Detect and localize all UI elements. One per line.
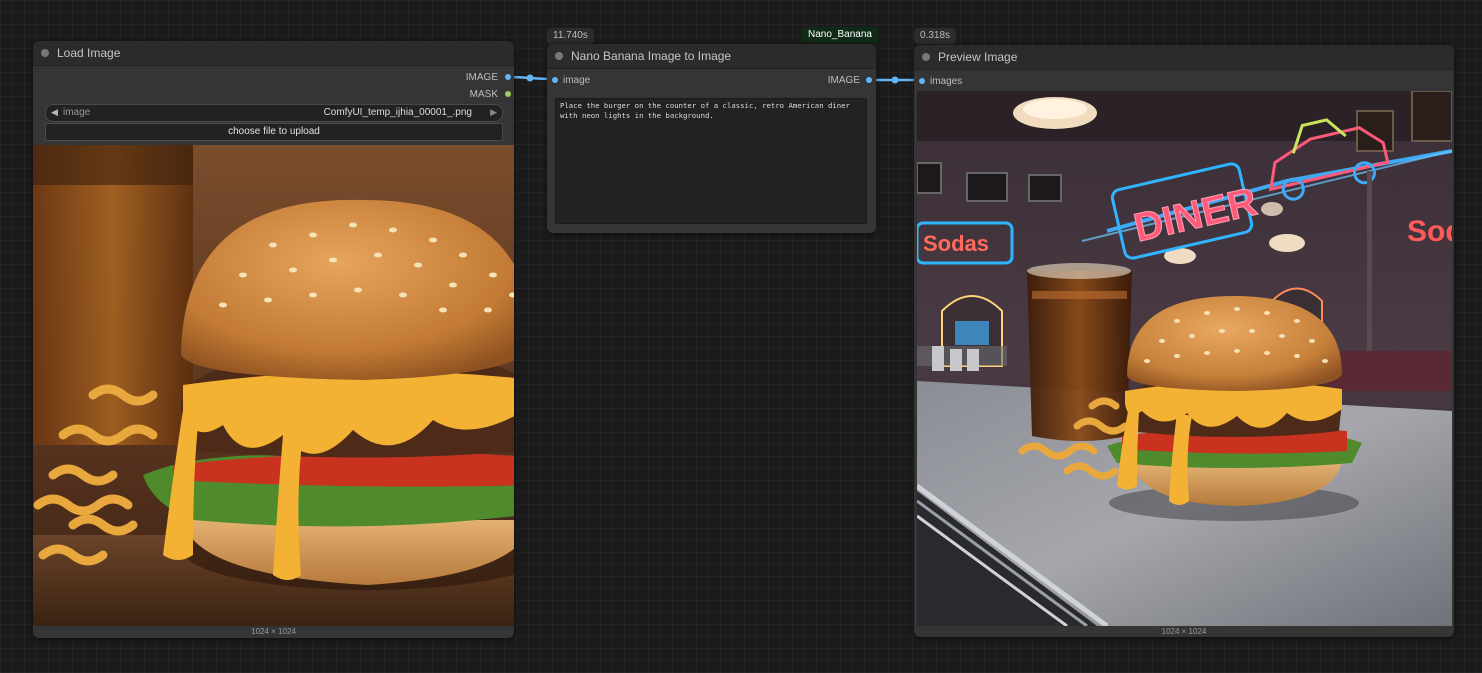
- output-image-dot[interactable]: [866, 77, 872, 83]
- neon-sodas-sign: Sodas: [923, 231, 989, 256]
- node-header[interactable]: Load Image: [33, 41, 514, 66]
- image-select-widget[interactable]: ◀ image ComfyUI_temp_ijhia_00001_.png ▶: [45, 104, 503, 122]
- nano-banana-node[interactable]: Nano Banana Image to Image image IMAGE P…: [547, 44, 876, 233]
- diner-burger-image: DINER Sodas Sod: [917, 91, 1452, 626]
- collapse-dot-icon[interactable]: [922, 53, 930, 61]
- execution-time-badge: 11.740s: [547, 28, 594, 44]
- image-dimensions: 1024 × 1024: [1161, 627, 1207, 636]
- input-images-dot[interactable]: [919, 78, 925, 84]
- node-title: Preview Image: [938, 50, 1018, 64]
- node-header[interactable]: Preview Image: [914, 45, 1454, 70]
- output-image-label: IMAGE: [827, 75, 860, 86]
- load-image-node[interactable]: Load Image IMAGE MASK ◀ image ComfyUI_te…: [33, 41, 514, 638]
- neon-sign-right: Sod: [1407, 215, 1452, 248]
- output-mask-label: MASK: [469, 89, 498, 100]
- preview-image: DINER Sodas Sod: [917, 91, 1452, 626]
- output-mask-dot[interactable]: [505, 91, 511, 97]
- execution-time-badge: 0.318s: [914, 28, 957, 44]
- output-image-dot[interactable]: [505, 74, 511, 80]
- input-image-dot[interactable]: [552, 77, 558, 83]
- burger-image: [33, 145, 514, 626]
- input-images-label: images: [930, 76, 963, 87]
- image-widget-value: ComfyUI_temp_ijhia_00001_.png: [323, 107, 472, 118]
- upload-button[interactable]: choose file to upload: [45, 123, 503, 141]
- node-source-badge: Nano_Banana: [802, 27, 878, 43]
- image-dimensions: 1024 × 1024: [251, 627, 296, 636]
- node-header[interactable]: Nano Banana Image to Image: [547, 44, 876, 69]
- node-title: Load Image: [57, 46, 121, 60]
- arrow-left-icon[interactable]: ◀: [51, 107, 58, 118]
- collapse-dot-icon[interactable]: [41, 49, 49, 57]
- node-title: Nano Banana Image to Image: [571, 49, 732, 63]
- prompt-textarea[interactable]: Place the burger on the counter of a cla…: [555, 98, 867, 224]
- loaded-image-preview: [33, 145, 514, 626]
- image-widget-label: image: [63, 107, 91, 118]
- output-image-label: IMAGE: [465, 72, 498, 83]
- collapse-dot-icon[interactable]: [555, 52, 563, 60]
- preview-image-node[interactable]: Preview Image images DINER Sodas So 1024…: [914, 45, 1454, 637]
- input-image-label: image: [563, 75, 591, 86]
- arrow-right-icon[interactable]: ▶: [490, 107, 497, 118]
